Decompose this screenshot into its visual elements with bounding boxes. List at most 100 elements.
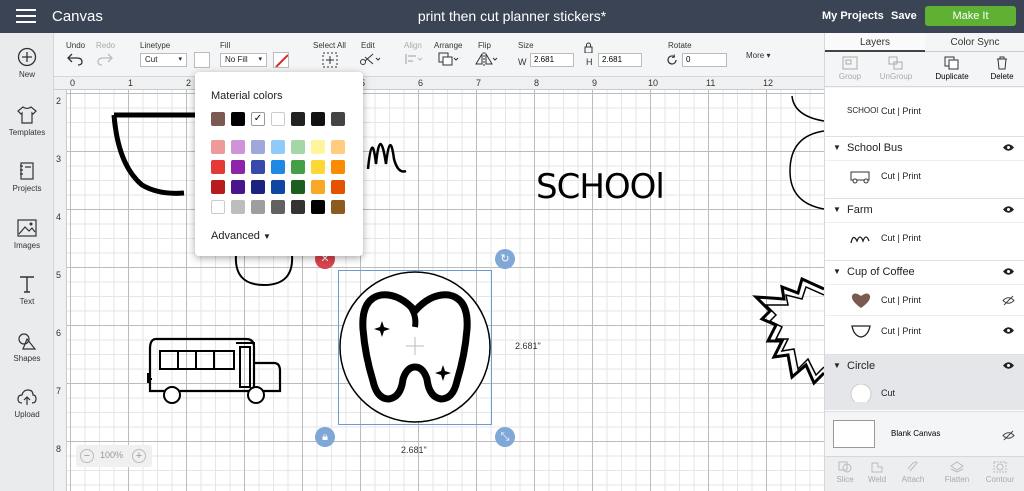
layer-school-text[interactable]: SCHOOl Cut | Print bbox=[825, 96, 1024, 126]
tooth-in-circle-image[interactable] bbox=[339, 271, 491, 423]
color-swatch[interactable] bbox=[291, 112, 305, 126]
scissors-icon[interactable] bbox=[359, 52, 381, 66]
contour-button[interactable]: Contour bbox=[980, 461, 1020, 484]
color-swatch[interactable] bbox=[311, 160, 325, 174]
weld-button[interactable]: Weld bbox=[857, 461, 897, 484]
ungroup-button[interactable]: UnGroup bbox=[871, 56, 921, 81]
save-button[interactable]: Save bbox=[891, 10, 917, 22]
group-school-bus[interactable]: ▼ School Bus bbox=[825, 136, 1024, 160]
lock-icon[interactable] bbox=[584, 42, 593, 53]
width-input[interactable]: 2.681 bbox=[530, 53, 574, 67]
linetype-select[interactable]: Cut ▾ bbox=[140, 53, 187, 67]
eye-icon[interactable] bbox=[1002, 267, 1015, 279]
school-bus-image[interactable] bbox=[146, 333, 286, 407]
tab-layers[interactable]: Layers bbox=[825, 33, 925, 52]
rotate-input[interactable]: 0 bbox=[682, 53, 727, 67]
starburst-shape[interactable] bbox=[752, 277, 824, 387]
color-swatch[interactable] bbox=[291, 200, 305, 214]
color-swatch[interactable] bbox=[251, 180, 265, 194]
redo-icon[interactable] bbox=[97, 52, 113, 66]
tab-color-sync[interactable]: Color Sync bbox=[925, 37, 1024, 48]
resize-handle[interactable]: ⤡ bbox=[495, 427, 515, 447]
fill-color-swatch[interactable] bbox=[273, 52, 289, 68]
eye-icon[interactable] bbox=[1002, 361, 1015, 373]
color-swatch[interactable] bbox=[271, 140, 285, 154]
color-swatch[interactable] bbox=[271, 180, 285, 194]
design-canvas[interactable]: 0 1 2 3 4 5 6 7 8 9 10 11 12 2 3 4 5 6 7… bbox=[54, 77, 824, 491]
school-text[interactable]: SCHOOl bbox=[536, 167, 665, 207]
color-swatch[interactable] bbox=[271, 112, 285, 126]
color-swatch[interactable] bbox=[251, 200, 265, 214]
eye-hidden-icon[interactable] bbox=[1002, 428, 1015, 446]
group-farm[interactable]: ▼ Farm bbox=[825, 198, 1024, 222]
advanced-button[interactable]: Advanced ▼ bbox=[211, 230, 271, 242]
color-swatch[interactable] bbox=[291, 160, 305, 174]
color-swatch[interactable] bbox=[251, 160, 265, 174]
nav-shapes[interactable]: Shapes bbox=[0, 331, 54, 363]
color-swatch[interactable] bbox=[291, 180, 305, 194]
color-swatch[interactable] bbox=[231, 160, 245, 174]
nav-templates[interactable]: Templates bbox=[0, 105, 54, 137]
nav-new[interactable]: New bbox=[0, 47, 54, 79]
oval-shape[interactable] bbox=[232, 255, 296, 287]
layer-coffee-heart[interactable]: Cut | Print bbox=[825, 284, 1024, 314]
flip-icon[interactable] bbox=[474, 52, 498, 66]
color-swatch[interactable] bbox=[231, 200, 245, 214]
color-swatch[interactable] bbox=[211, 112, 225, 126]
undo-icon[interactable] bbox=[67, 52, 83, 66]
blank-canvas-swatch[interactable] bbox=[833, 420, 875, 448]
align-icon[interactable] bbox=[404, 52, 424, 66]
rotate-handle[interactable]: ↻ bbox=[495, 249, 515, 269]
lock-handle[interactable]: 🔒︎ bbox=[315, 427, 335, 447]
height-input[interactable]: 2.681 bbox=[598, 53, 642, 67]
color-swatch[interactable] bbox=[291, 140, 305, 154]
fill-select[interactable]: No Fill ▾ bbox=[220, 53, 267, 67]
zoom-out-button[interactable]: − bbox=[80, 449, 94, 463]
eye-hidden-icon[interactable] bbox=[1002, 295, 1015, 308]
eye-icon[interactable] bbox=[1002, 326, 1015, 337]
blank-canvas-row[interactable]: Blank Canvas bbox=[825, 411, 1024, 456]
nav-upload[interactable]: Upload bbox=[0, 387, 54, 419]
color-swatch[interactable] bbox=[271, 200, 285, 214]
flatten-button[interactable]: Flatten bbox=[937, 461, 977, 484]
color-swatch[interactable] bbox=[211, 180, 225, 194]
color-swatch[interactable] bbox=[331, 180, 345, 194]
linetype-color-swatch[interactable] bbox=[194, 52, 210, 68]
attach-button[interactable]: Attach bbox=[893, 461, 933, 484]
my-projects-link[interactable]: My Projects bbox=[822, 10, 884, 22]
color-swatch[interactable] bbox=[251, 140, 265, 154]
duplicate-button[interactable]: Duplicate bbox=[927, 56, 977, 81]
color-swatch[interactable] bbox=[231, 140, 245, 154]
color-swatch[interactable] bbox=[231, 112, 245, 126]
color-swatch[interactable] bbox=[311, 112, 325, 126]
eye-icon[interactable] bbox=[1002, 143, 1015, 155]
select-all-icon[interactable] bbox=[322, 52, 338, 68]
layer-circle[interactable]: Cut bbox=[825, 378, 1024, 408]
color-swatch[interactable] bbox=[211, 200, 225, 214]
eye-icon[interactable] bbox=[1002, 205, 1015, 217]
color-swatch[interactable] bbox=[331, 112, 345, 126]
farm-script-text[interactable] bbox=[366, 109, 411, 179]
color-swatch[interactable] bbox=[311, 200, 325, 214]
color-swatch[interactable] bbox=[311, 180, 325, 194]
group-button[interactable]: Group bbox=[825, 56, 875, 81]
color-swatch[interactable] bbox=[331, 200, 345, 214]
color-swatch[interactable] bbox=[331, 140, 345, 154]
layer-farm[interactable]: Cut | Print bbox=[825, 222, 1024, 252]
layer-school-bus[interactable]: Cut | Print bbox=[825, 160, 1024, 190]
scalloped-shape[interactable] bbox=[784, 91, 824, 211]
arrange-icon[interactable] bbox=[438, 52, 460, 66]
color-swatch[interactable] bbox=[311, 140, 325, 154]
nav-projects[interactable]: Projects bbox=[0, 161, 54, 193]
nav-text[interactable]: Text bbox=[0, 274, 54, 306]
color-swatch[interactable] bbox=[211, 140, 225, 154]
nav-images[interactable]: Images bbox=[0, 218, 54, 250]
color-swatch[interactable] bbox=[231, 180, 245, 194]
layer-coffee-cup[interactable]: Cut | Print bbox=[825, 315, 1024, 345]
delete-button[interactable]: Delete bbox=[977, 56, 1024, 81]
group-cup-of-coffee[interactable]: ▼ Cup of Coffee bbox=[825, 260, 1024, 284]
color-swatch[interactable] bbox=[211, 160, 225, 174]
selected-color-swatch[interactable]: ✓ bbox=[251, 112, 265, 126]
more-menu[interactable]: More ▾ bbox=[746, 51, 770, 60]
zoom-in-button[interactable]: + bbox=[132, 449, 146, 463]
